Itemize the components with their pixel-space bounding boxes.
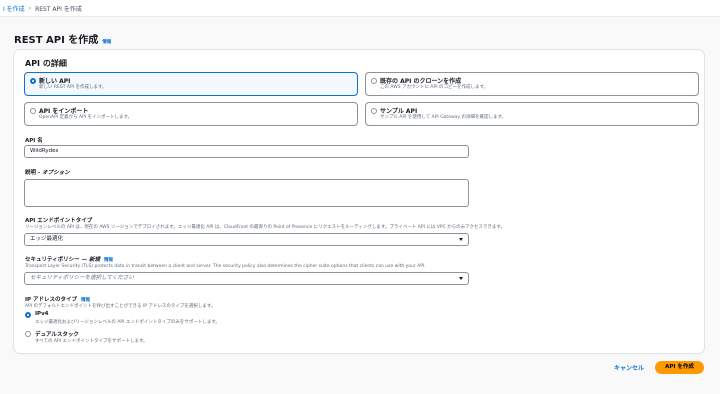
radio-icon bbox=[371, 78, 377, 84]
caret-down-icon bbox=[459, 238, 463, 241]
radio-icon bbox=[25, 331, 31, 337]
new-badge: 新規 bbox=[89, 257, 101, 263]
security-policy-desc: Transport Layer Security (TLS) protects … bbox=[25, 264, 426, 269]
api-name-input[interactable]: WildRydes bbox=[24, 145, 469, 158]
endpoint-type-desc: リージョンレベルの API は、現在の AWS リージョンでデプロイされます。エ… bbox=[25, 225, 505, 230]
page-info-link[interactable]: 情報 bbox=[102, 39, 111, 45]
security-policy-placeholder: セキュリティポリシーを選択してください bbox=[30, 275, 134, 281]
endpoint-type-label: API エンドポイントタイプ bbox=[25, 218, 93, 224]
radio-icon bbox=[25, 312, 31, 318]
radio-icon bbox=[371, 108, 377, 114]
security-info-link[interactable]: 情報 bbox=[104, 258, 113, 263]
option-clone-api[interactable]: 既存の API のクローンを作成 この AWS アカウントに API のコピーを… bbox=[365, 72, 699, 96]
option-sample-api[interactable]: サンプル API サンプル API を使用して API Gateway の詳細を… bbox=[365, 102, 699, 126]
security-policy-label: セキュリティポリシー — 新規 情報 bbox=[25, 255, 113, 263]
option-title: IPv4 bbox=[35, 311, 49, 317]
option-desc: 新しい REST API を作成します。 bbox=[39, 85, 107, 90]
option-desc: エッジ最適化およびリージョンレベルの API エンドポイントタイプのみをサポート… bbox=[35, 320, 220, 325]
page-title-row: REST API を作成 情報 bbox=[14, 31, 111, 46]
description-textarea[interactable] bbox=[24, 179, 469, 207]
create-api-button[interactable]: API を作成 bbox=[655, 361, 704, 374]
panel-title: API の詳細 bbox=[25, 59, 67, 68]
breadcrumb-parent-link[interactable]: I を作成 bbox=[3, 4, 25, 13]
breadcrumb: I を作成 › REST API を作成 bbox=[0, 0, 720, 17]
option-desc: この AWS アカウントに API のコピーを作成します。 bbox=[380, 85, 489, 90]
option-desc: すべての API エンドポイントタイプをサポートします。 bbox=[35, 339, 148, 344]
option-import-api[interactable]: API をインポート OpenAPI 定義から API をインポートします。 bbox=[24, 102, 358, 126]
security-policy-select[interactable]: セキュリティポリシーを選択してください bbox=[24, 272, 469, 285]
option-new-api[interactable]: 新しい API 新しい REST API を作成します。 bbox=[24, 72, 358, 96]
optional-text: オプション bbox=[42, 170, 70, 176]
radio-icon bbox=[30, 78, 36, 84]
cancel-button[interactable]: キャンセル bbox=[614, 363, 644, 372]
option-desc: OpenAPI 定義から API をインポートします。 bbox=[39, 115, 133, 120]
ip-type-label: IP アドレスのタイプ 情報 bbox=[25, 295, 90, 303]
security-policy-label-text: セキュリティポリシー — bbox=[25, 257, 90, 263]
option-desc: サンプル API を使用して API Gateway の詳細を確認します。 bbox=[380, 115, 507, 120]
endpoint-type-value: エッジ最適化 bbox=[30, 236, 64, 242]
description-label-text: 説明 - bbox=[25, 170, 43, 176]
api-details-panel: API の詳細 新しい API 新しい REST API を作成します。 既存の… bbox=[14, 50, 704, 353]
chevron-right-icon: › bbox=[28, 4, 32, 12]
option-title: デュアルスタック bbox=[35, 332, 79, 338]
caret-down-icon bbox=[459, 277, 463, 280]
endpoint-type-select[interactable]: エッジ最適化 bbox=[24, 233, 469, 246]
description-label: 説明 - オプション bbox=[25, 168, 70, 176]
page-title: REST API を作成 bbox=[14, 35, 99, 46]
api-name-label: API 名 bbox=[25, 138, 43, 144]
breadcrumb-current: REST API を作成 bbox=[35, 5, 82, 13]
radio-icon bbox=[30, 108, 36, 114]
ip-type-desc: API のデフォルトエンドポイントを呼び出すことができる IP アドレスのタイプ… bbox=[25, 304, 216, 309]
